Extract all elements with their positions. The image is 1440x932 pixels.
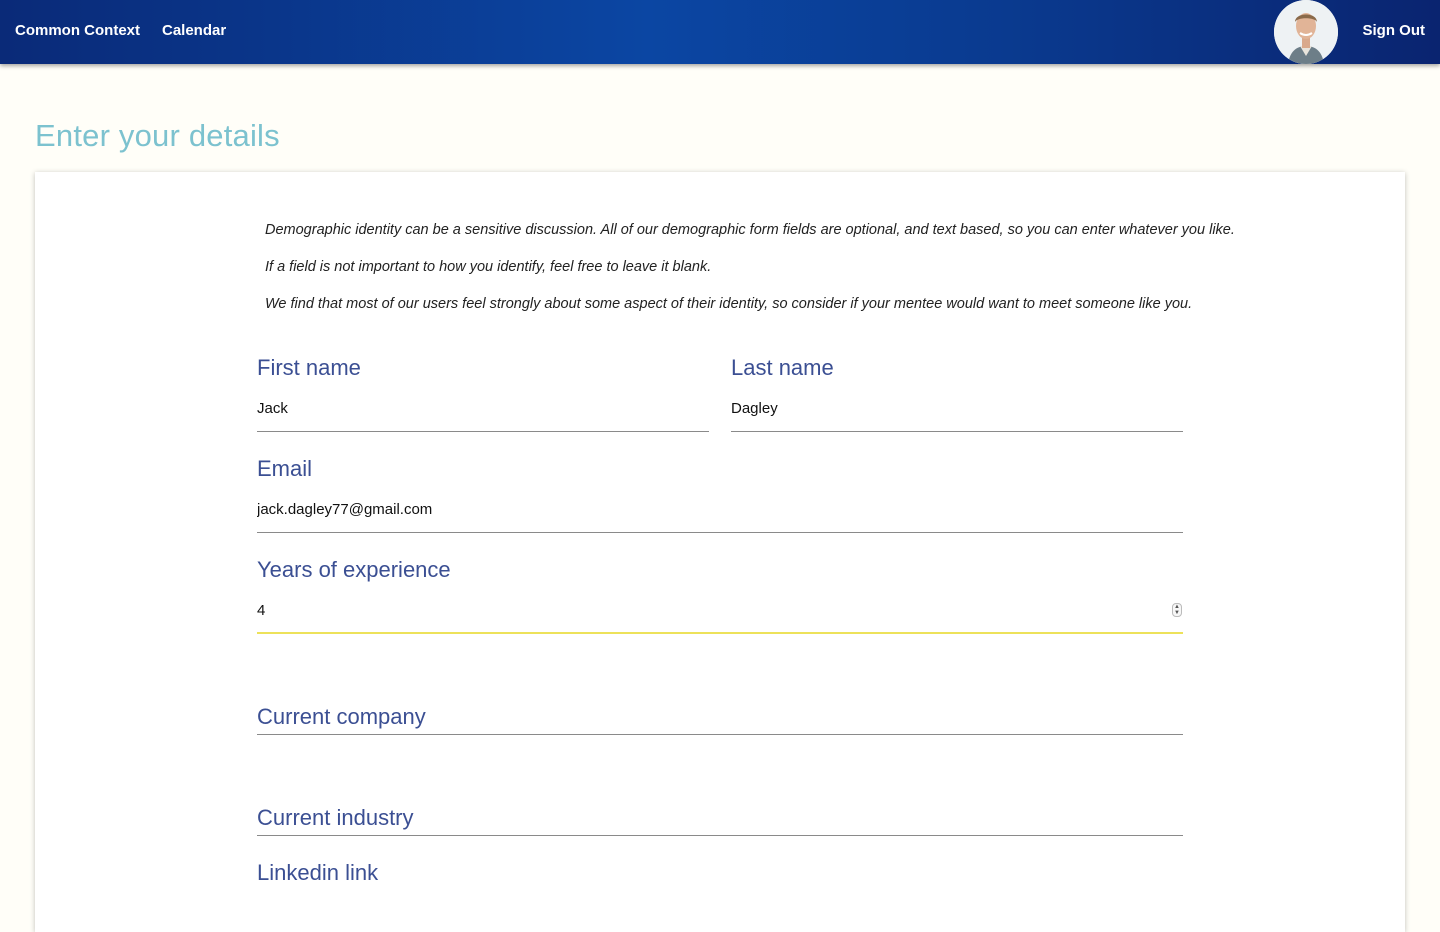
top-navbar: Common Context Calendar Sign Out (0, 0, 1440, 64)
calendar-link[interactable]: Calendar (162, 22, 226, 39)
last-name-input[interactable] (731, 393, 1183, 423)
details-form-card: Demographic identity can be a sensitive … (35, 172, 1405, 932)
email-underline (257, 532, 1183, 533)
years-experience-label: Years of experience (257, 557, 451, 582)
first-name-underline (257, 431, 709, 432)
current-industry-underline (257, 835, 1183, 836)
linkedin-label: Linkedin link (257, 860, 379, 885)
intro-line-3: We find that most of our users feel stro… (265, 296, 1193, 312)
intro-line-2: If a field is not important to how you i… (265, 259, 712, 275)
first-name-label: First name (257, 355, 361, 380)
sign-out-link[interactable]: Sign Out (1363, 22, 1426, 39)
years-experience-input[interactable] (257, 595, 1157, 625)
user-avatar[interactable] (1274, 0, 1338, 64)
page-title: Enter your details (35, 118, 280, 153)
years-experience-underline (257, 632, 1183, 634)
last-name-underline (731, 431, 1183, 432)
intro-line-1: Demographic identity can be a sensitive … (265, 222, 1235, 238)
email-input[interactable] (257, 494, 1183, 524)
first-name-input[interactable] (257, 393, 709, 423)
avatar-photo-icon (1274, 0, 1338, 64)
current-company-underline (257, 734, 1183, 735)
number-spinner-icon[interactable]: ▲ ▼ (1172, 603, 1182, 617)
current-industry-input[interactable] (257, 804, 1183, 834)
email-label: Email (257, 456, 313, 481)
last-name-label: Last name (731, 355, 834, 380)
current-company-input[interactable] (257, 703, 1183, 733)
brand-link[interactable]: Common Context (15, 22, 140, 39)
